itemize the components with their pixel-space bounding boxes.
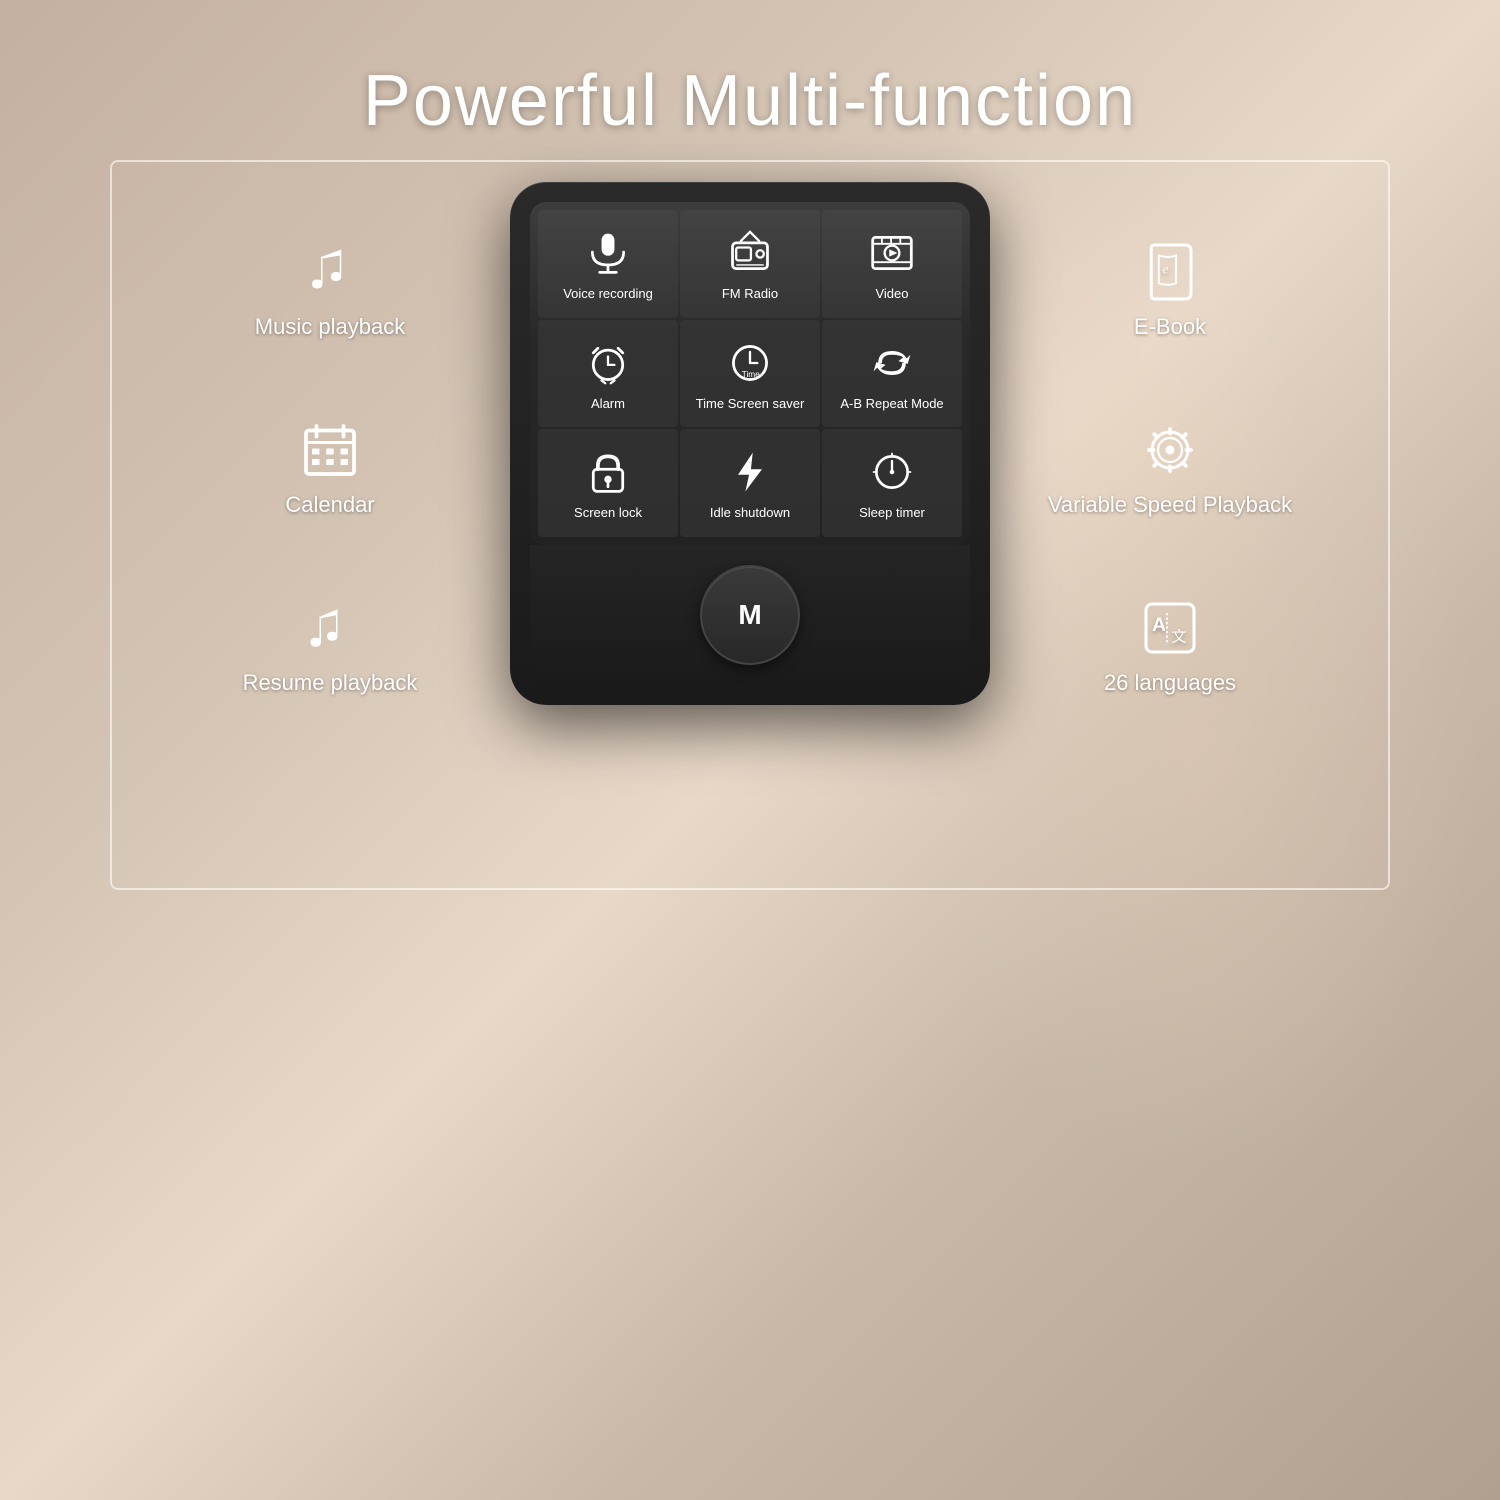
screen-cell-sleep-timer[interactable]: Sleep timer [822, 429, 962, 537]
page-container: Powerful Multi-function Music playback [0, 0, 1500, 1500]
screen-label-video: Video [875, 286, 908, 302]
screen-content: Voice recording [530, 202, 970, 545]
screen-cell-video[interactable]: Video [822, 210, 962, 318]
page-title: Powerful Multi-function [363, 60, 1137, 142]
nav-button[interactable]: M [700, 565, 800, 665]
svg-text:A: A [1152, 614, 1166, 636]
features-right: e E-Book [1030, 182, 1310, 696]
feature-languages-label: 26 languages [1104, 670, 1236, 696]
device-container: Voice recording [470, 182, 1030, 705]
screen-grid: Voice recording [538, 210, 962, 537]
screen-label-ab-repeat: A-B Repeat Mode [840, 396, 943, 412]
svg-text:Time: Time [742, 369, 760, 378]
feature-music-playback: Music playback [255, 242, 405, 340]
feature-resume-playback: Resume playback [243, 598, 418, 696]
screen-cell-screen-lock[interactable]: Screen lock [538, 429, 678, 537]
screen-cell-alarm[interactable]: Alarm [538, 320, 678, 428]
feature-resume-label: Resume playback [243, 670, 418, 696]
lock-icon [585, 449, 631, 495]
speed-icon [1140, 420, 1200, 480]
video-icon [869, 230, 915, 276]
features-left: Music playback [190, 182, 470, 696]
feature-ebook: e E-Book [1134, 242, 1206, 340]
svg-text:文: 文 [1172, 629, 1187, 646]
svg-text:e: e [1163, 262, 1169, 277]
repeat-icon [869, 340, 915, 386]
languages-icon: A 文 [1140, 598, 1200, 658]
sleep-icon [869, 449, 915, 495]
screen-label-voice-recording: Voice recording [563, 286, 653, 302]
screen-cell-time-screen-saver[interactable]: Time Time Screen saver [680, 320, 820, 428]
calendar-icon [300, 420, 360, 480]
radio-icon [727, 230, 773, 276]
device-bottom: M [530, 545, 970, 685]
screen-label-sleep-timer: Sleep timer [859, 505, 925, 521]
feature-music-label: Music playback [255, 314, 405, 340]
feature-variable-speed: Variable Speed Playback [1048, 420, 1292, 518]
device-screen: Voice recording [530, 202, 970, 545]
screen-cell-fm-radio[interactable]: FM Radio [680, 210, 820, 318]
lightning-icon [727, 449, 773, 495]
feature-calendar: Calendar [285, 420, 374, 518]
screen-cell-voice-recording[interactable]: Voice recording [538, 210, 678, 318]
microphone-icon [585, 230, 631, 276]
feature-ebook-label: E-Book [1134, 314, 1206, 340]
music-icon [300, 242, 360, 302]
screen-label-screen-lock: Screen lock [574, 505, 642, 521]
alarm-icon [585, 340, 631, 386]
screen-cell-ab-repeat[interactable]: A-B Repeat Mode [822, 320, 962, 428]
feature-variable-speed-label: Variable Speed Playback [1048, 492, 1292, 518]
device-frame: Voice recording [510, 182, 990, 705]
feature-languages: A 文 26 languages [1104, 598, 1236, 696]
screen-cell-idle-shutdown[interactable]: Idle shutdown [680, 429, 820, 537]
screen-label-idle-shutdown: Idle shutdown [710, 505, 790, 521]
screen-label-alarm: Alarm [591, 396, 625, 412]
screen-label-time-screen-saver: Time Screen saver [696, 396, 805, 412]
time-icon: Time [727, 340, 773, 386]
resume-icon [300, 598, 360, 658]
main-content: Music playback [0, 182, 1500, 705]
ebook-icon: e [1140, 242, 1200, 302]
screen-label-fm-radio: FM Radio [722, 286, 778, 302]
feature-calendar-label: Calendar [285, 492, 374, 518]
